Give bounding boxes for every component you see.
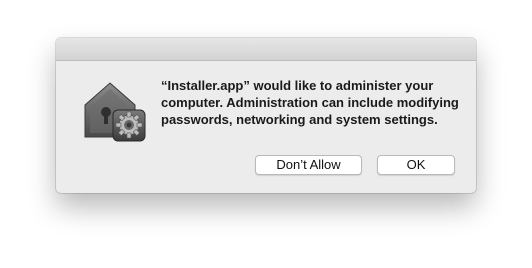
ok-button[interactable]: OK — [377, 155, 455, 175]
permission-dialog: “Installer.app” would like to administer… — [56, 38, 476, 193]
dialog-message: “Installer.app” would like to administer… — [161, 78, 459, 127]
security-lock-gear-icon — [81, 79, 149, 143]
dialog-titlebar[interactable] — [56, 38, 476, 61]
dont-allow-button[interactable]: Don’t Allow — [255, 155, 362, 175]
